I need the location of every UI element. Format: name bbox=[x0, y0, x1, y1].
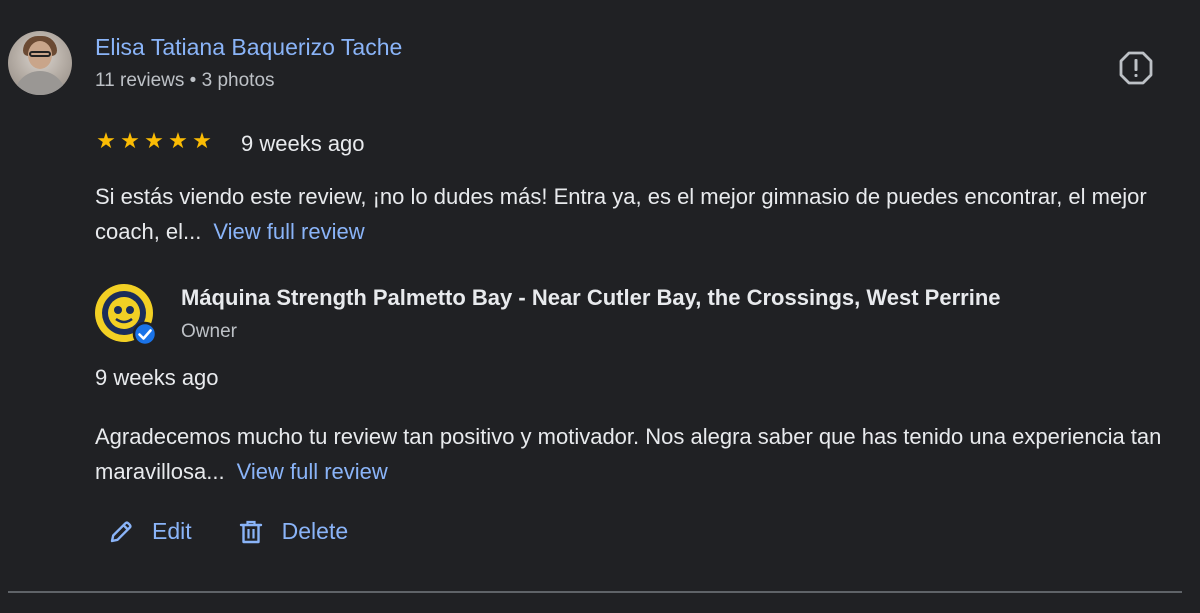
star-icon: ★ bbox=[192, 128, 212, 153]
report-flag-icon[interactable] bbox=[1119, 51, 1153, 85]
view-full-reply-link[interactable]: View full review bbox=[237, 459, 388, 484]
edit-label: Edit bbox=[152, 518, 192, 544]
verified-check-icon bbox=[132, 321, 158, 347]
owner-role: Owner bbox=[181, 321, 237, 342]
trash-icon bbox=[239, 520, 262, 543]
reviewer-name[interactable]: Elisa Tatiana Baquerizo Tache bbox=[95, 34, 402, 61]
reviewer-avatar[interactable] bbox=[8, 31, 72, 95]
star-icon: ★ bbox=[168, 128, 188, 153]
delete-button[interactable]: Delete bbox=[238, 518, 348, 545]
owner-logo[interactable] bbox=[94, 283, 158, 347]
star-icon: ★ bbox=[120, 128, 140, 153]
review-date: 9 weeks ago bbox=[241, 131, 365, 156]
reviewer-meta: 11 reviews • 3 photos bbox=[95, 70, 275, 91]
edit-button[interactable]: Edit bbox=[108, 518, 192, 545]
owner-name: Máquina Strength Palmetto Bay - Near Cut… bbox=[181, 285, 1001, 310]
review-card: Elisa Tatiana Baquerizo Tache 11 reviews… bbox=[0, 0, 1200, 613]
pencil-icon bbox=[110, 520, 132, 542]
view-full-review-link[interactable]: View full review bbox=[213, 219, 364, 244]
star-icon: ★ bbox=[144, 128, 164, 153]
review-actions: Edit Delete bbox=[108, 518, 348, 545]
review-text-block: Si estás viendo este review, ¡no lo dude… bbox=[95, 179, 1175, 249]
reply-date: 9 weeks ago bbox=[95, 365, 219, 390]
divider bbox=[8, 591, 1182, 593]
star-rating: ★ ★ ★ ★ ★ bbox=[95, 130, 213, 152]
avatar-glasses bbox=[29, 51, 51, 57]
delete-label: Delete bbox=[281, 518, 349, 544]
reply-text-block: Agradecemos mucho tu review tan positivo… bbox=[95, 419, 1185, 489]
avatar-body bbox=[14, 71, 66, 95]
star-icon: ★ bbox=[96, 128, 116, 153]
